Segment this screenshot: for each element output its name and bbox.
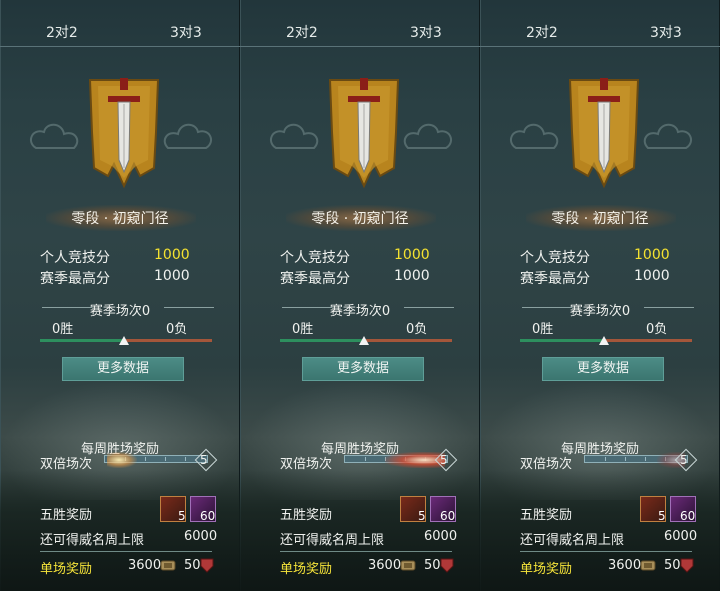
personal-score-value: 1000 xyxy=(154,247,190,263)
honor-shield-icon xyxy=(440,558,454,573)
single-reward-label: 单场奖励 xyxy=(280,562,333,577)
weekly-cap-label: 还可得威名周上限 xyxy=(280,533,385,548)
win-loss-marker xyxy=(359,336,369,345)
tab-2v2[interactable]: 2对2 xyxy=(286,22,318,42)
losses-count: 0负 xyxy=(166,322,188,337)
wins-count: 0胜 xyxy=(292,322,314,337)
double-matches-label: 双倍场次 xyxy=(520,457,573,472)
chest-item-count: 5 xyxy=(178,509,186,523)
chest-item-count: 5 xyxy=(418,509,426,523)
divider xyxy=(520,551,692,552)
single-reward-honor-amount: 50 xyxy=(664,558,681,573)
coin-icon xyxy=(640,560,656,571)
single-reward-currency-amount: 3600 xyxy=(368,558,402,573)
season-high-label: 赛季最高分 xyxy=(40,271,110,287)
personal-score-value: 1000 xyxy=(634,247,670,263)
sword-banner-icon xyxy=(88,78,160,189)
single-reward-label: 单场奖励 xyxy=(520,562,573,577)
more-data-button[interactable]: 更多数据 xyxy=(62,357,184,381)
mode-tabs: 2对2 3对3 xyxy=(0,0,240,47)
sword-banner-icon xyxy=(568,78,640,189)
personal-score-label: 个人竞技分 xyxy=(40,250,110,266)
season-high-value: 1000 xyxy=(154,268,190,284)
season-matches: 赛季场次0 xyxy=(89,304,151,319)
five-win-reward-label: 五胜奖励 xyxy=(280,508,333,523)
five-win-reward-label: 五胜奖励 xyxy=(520,508,573,523)
season-matches: 赛季场次0 xyxy=(569,304,631,319)
rank-name: 零段 · 初窥门径 xyxy=(551,211,649,227)
losses-count: 0负 xyxy=(646,322,668,337)
single-reward-honor-amount: 50 xyxy=(184,558,201,573)
cloud-ornament-icon xyxy=(269,123,319,149)
double-matches-label: 双倍场次 xyxy=(280,457,333,472)
wins-count: 0胜 xyxy=(532,322,554,337)
weekly-cap-value: 6000 xyxy=(184,529,218,544)
arena-panel-2: 2对2 3对3 零段 · 初窥门径 个人竞技分 1000 赛季最高分 1000 … xyxy=(240,0,480,591)
single-reward-honor-amount: 50 xyxy=(424,558,441,573)
arena-panel-1: 2对2 3对3 零段 · 初窥门径 个人竞技分 1000 赛季最高分 1000 … xyxy=(0,0,240,591)
more-data-button[interactable]: 更多数据 xyxy=(302,357,424,381)
divider xyxy=(40,551,212,552)
chest-item-count: 5 xyxy=(658,509,666,523)
tab-3v3[interactable]: 3对3 xyxy=(410,22,442,42)
weekly-cap-label: 还可得威名周上限 xyxy=(520,533,625,548)
season-high-label: 赛季最高分 xyxy=(520,271,590,287)
sword-banner-icon xyxy=(328,78,400,189)
personal-score-value: 1000 xyxy=(394,247,430,263)
rank-name: 零段 · 初窥门径 xyxy=(311,211,409,227)
double-count: 5 xyxy=(440,453,448,467)
double-matches-bar xyxy=(104,452,208,468)
tab-2v2[interactable]: 2对2 xyxy=(526,22,558,42)
double-count: 5 xyxy=(200,453,208,467)
coin-icon xyxy=(160,560,176,571)
honor-shield-icon xyxy=(200,558,214,573)
more-data-button[interactable]: 更多数据 xyxy=(542,357,664,381)
tab-3v3[interactable]: 3对3 xyxy=(650,22,682,42)
rank-name: 零段 · 初窥门径 xyxy=(71,211,169,227)
double-matches-bar xyxy=(344,452,448,468)
divider xyxy=(280,551,452,552)
weekly-cap-value: 6000 xyxy=(664,529,698,544)
personal-score-label: 个人竞技分 xyxy=(280,250,350,266)
double-matches-bar xyxy=(584,452,688,468)
five-win-reward-label: 五胜奖励 xyxy=(40,508,93,523)
win-loss-marker xyxy=(119,336,129,345)
win-loss-marker xyxy=(599,336,609,345)
tab-3v3[interactable]: 3对3 xyxy=(170,22,202,42)
single-reward-currency-amount: 3600 xyxy=(128,558,162,573)
coin-icon xyxy=(400,560,416,571)
double-matches-label: 双倍场次 xyxy=(40,457,93,472)
losses-count: 0负 xyxy=(406,322,428,337)
single-reward-currency-amount: 3600 xyxy=(608,558,642,573)
single-reward-label: 单场奖励 xyxy=(40,562,93,577)
cloud-ornament-icon xyxy=(29,123,79,149)
season-high-value: 1000 xyxy=(394,268,430,284)
cloud-ornament-icon xyxy=(509,123,559,149)
wins-count: 0胜 xyxy=(52,322,74,337)
season-high-value: 1000 xyxy=(634,268,670,284)
weekly-cap-label: 还可得威名周上限 xyxy=(40,533,145,548)
gem-item-count: 60 xyxy=(200,509,216,523)
personal-score-label: 个人竞技分 xyxy=(520,250,590,266)
tab-2v2[interactable]: 2对2 xyxy=(46,22,78,42)
double-count: 5 xyxy=(680,453,688,467)
mode-tabs: 2对2 3对3 xyxy=(240,0,480,47)
gem-item-count: 60 xyxy=(680,509,696,523)
mode-tabs: 2对2 3对3 xyxy=(480,0,720,47)
gem-item-count: 60 xyxy=(440,509,456,523)
arena-screen: 2对2 3对3 零段 · 初窥门径 个人竞技分 1000 赛季最高分 1000 … xyxy=(0,0,720,591)
arena-panel-3: 2对2 3对3 零段 · 初窥门径 个人竞技分 1000 赛季最高分 1000 … xyxy=(480,0,720,591)
weekly-cap-value: 6000 xyxy=(424,529,458,544)
season-high-label: 赛季最高分 xyxy=(280,271,350,287)
season-matches: 赛季场次0 xyxy=(329,304,391,319)
honor-shield-icon xyxy=(680,558,694,573)
